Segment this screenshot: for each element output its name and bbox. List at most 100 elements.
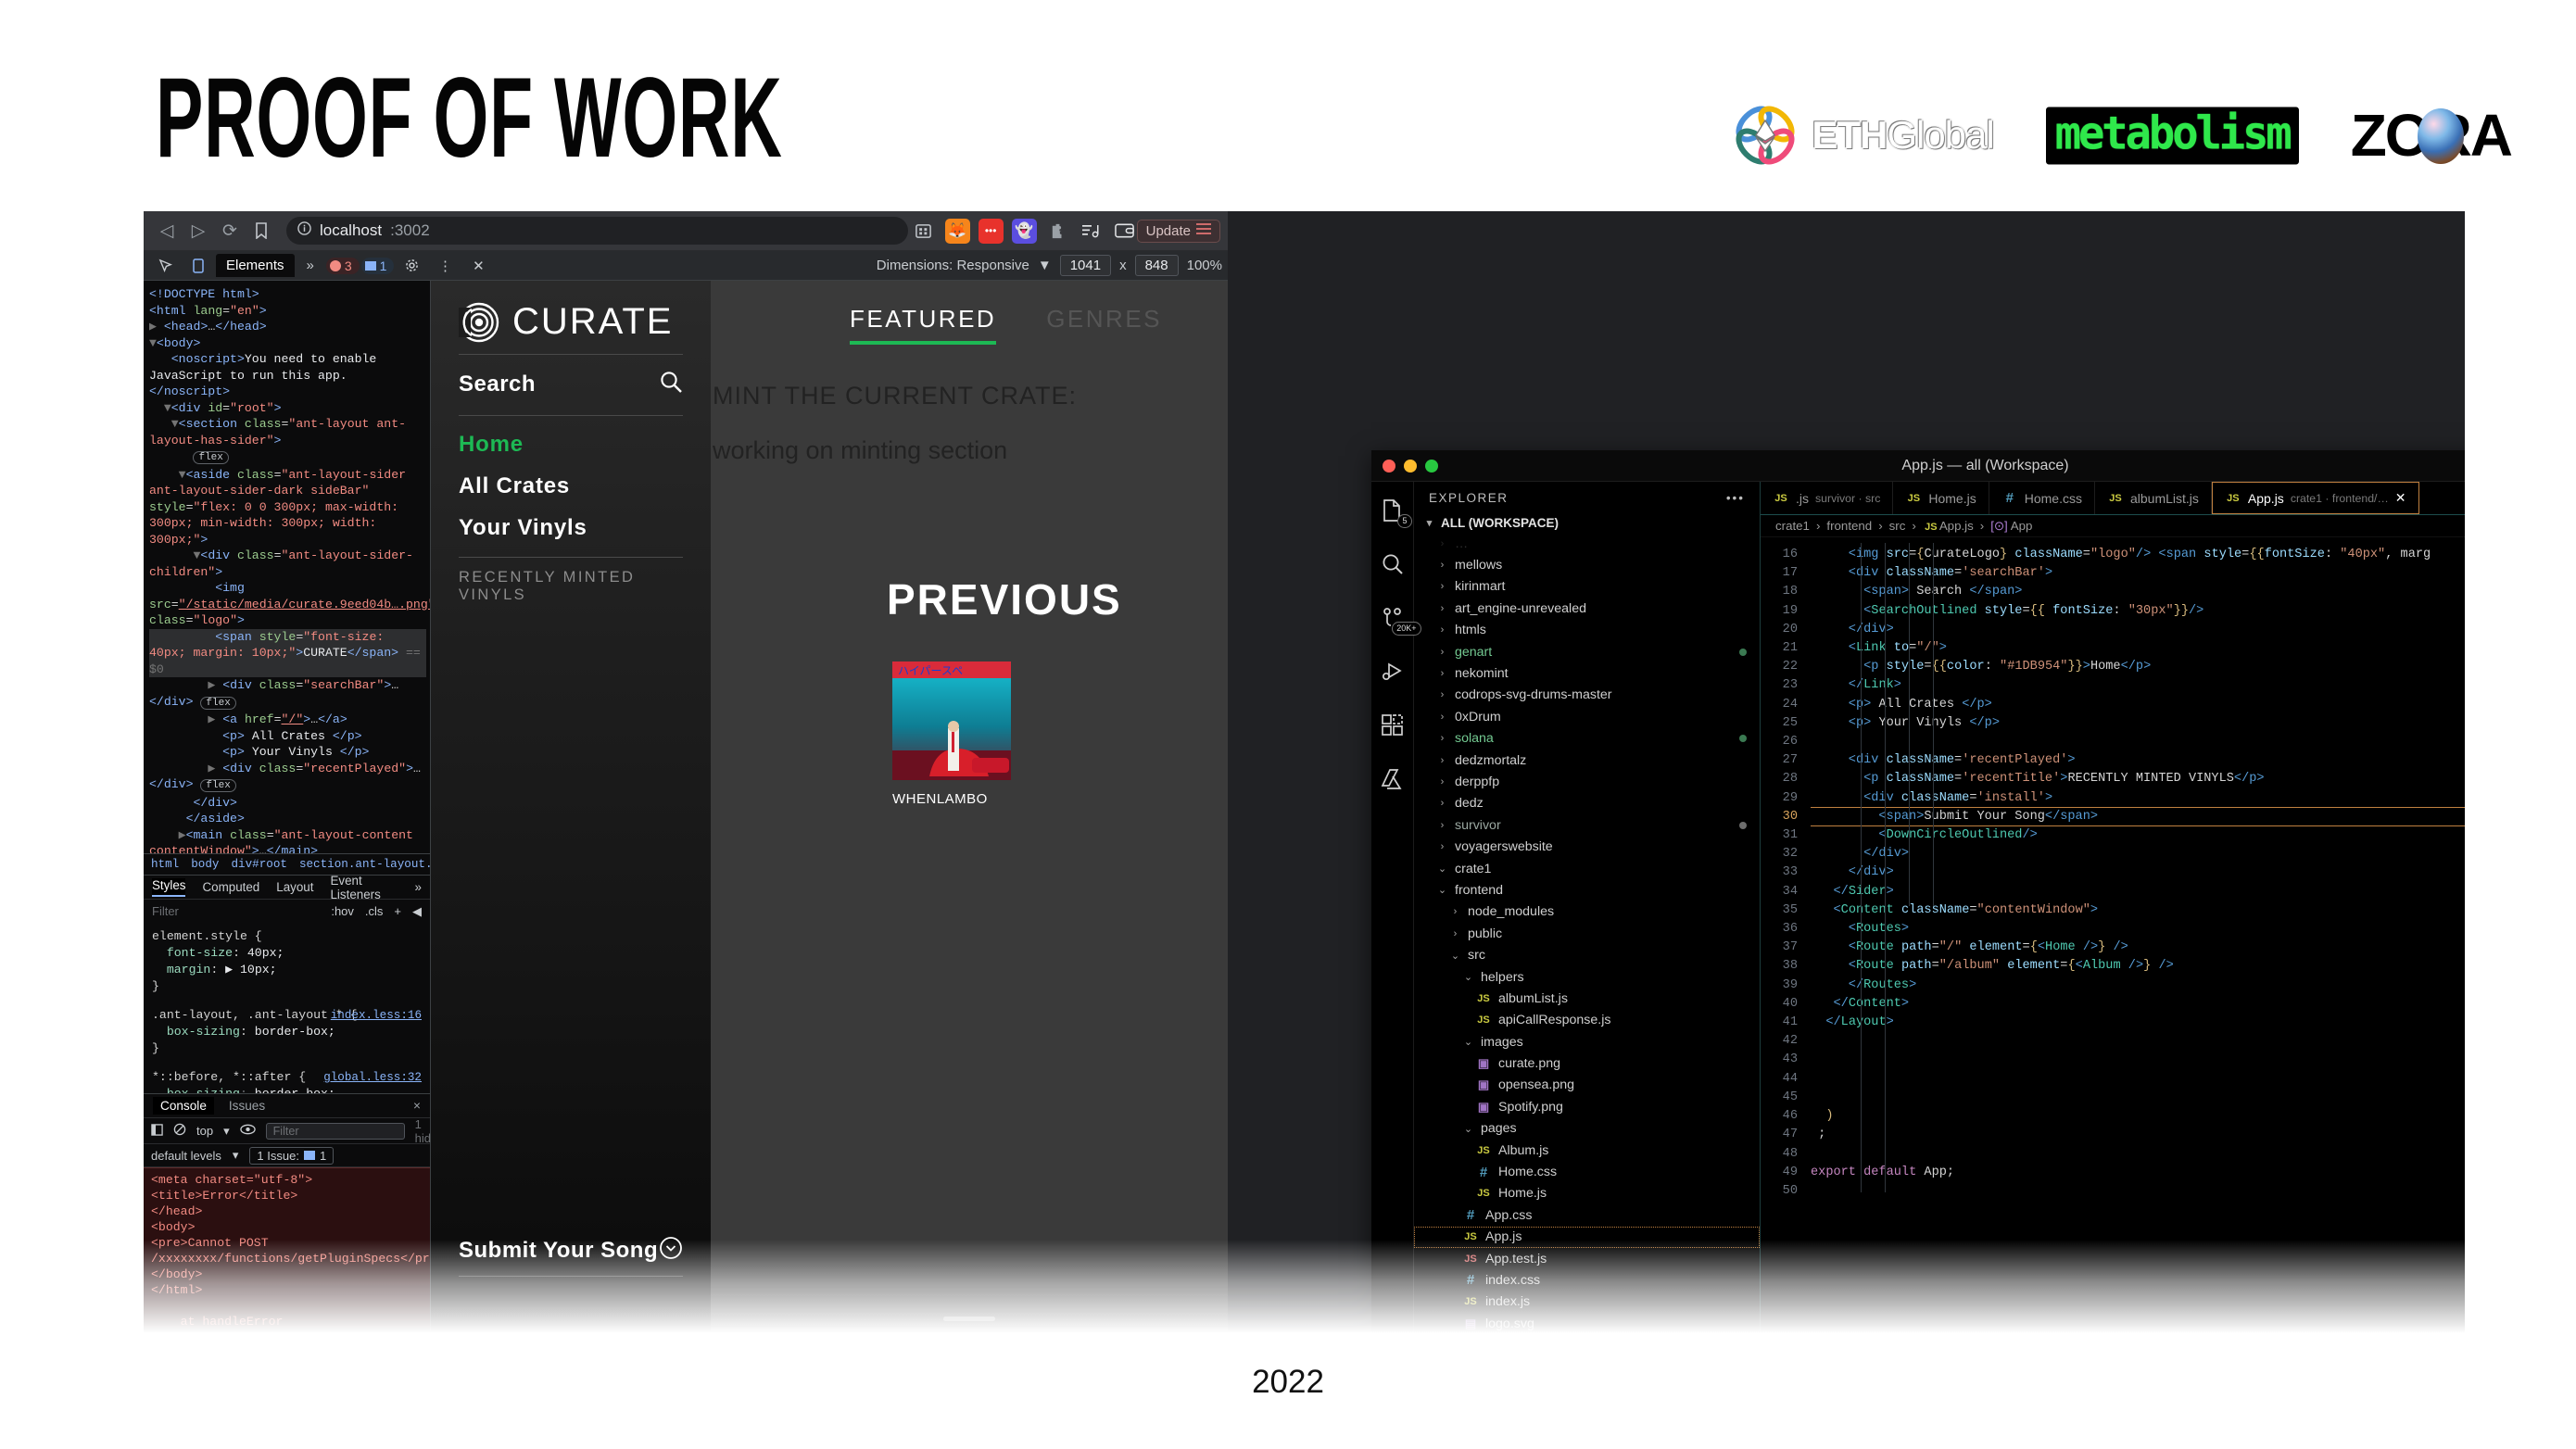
css-declaration[interactable]: font-size: 40px; — [152, 945, 422, 962]
editor-tab[interactable]: JS App.js crate1 · frontend/… ✕ — [2211, 482, 2419, 514]
reload-button[interactable]: ⟳ — [214, 215, 246, 246]
tree-file[interactable]: ▣ opensea.png — [1414, 1075, 1760, 1096]
device-toolbar-icon[interactable] — [185, 253, 211, 279]
dom-line[interactable]: <!DOCTYPE html> — [149, 286, 426, 303]
tree-file[interactable]: JS index.js — [1414, 1292, 1760, 1313]
dimensions-chevron-down-icon[interactable]: ▼ — [1038, 258, 1052, 273]
dom-line[interactable]: <noscript>You need to enable JavaScript … — [149, 351, 426, 400]
tree-folder[interactable]: ⌄ pages — [1414, 1118, 1760, 1140]
editor-tab[interactable]: JS Home.js — [1893, 482, 1989, 514]
tree-file[interactable]: ▣ curate.png — [1414, 1052, 1760, 1074]
sidebar-item-home[interactable]: Home — [459, 432, 683, 458]
tree-file[interactable]: JS App.test.js — [1414, 1248, 1760, 1269]
dom-line[interactable]: </aside> — [149, 811, 426, 827]
code-line[interactable]: ) — [1811, 1107, 2465, 1126]
tree-folder[interactable]: › 0xDrum — [1414, 706, 1760, 727]
tree-file[interactable]: JS reportWebVitals.js — [1414, 1334, 1760, 1342]
album-card[interactable]: ハイパースペ WHENLAMBO — [892, 662, 1011, 807]
forward-button[interactable]: ▷ — [183, 215, 214, 246]
kebab-icon[interactable]: ⋮ — [432, 253, 458, 279]
tree-folder[interactable]: ⌄ frontend — [1414, 879, 1760, 901]
code-line[interactable]: export default App; — [1811, 1164, 2465, 1182]
dimensions-label[interactable]: Dimensions: Responsive — [877, 258, 1029, 273]
tree-folder[interactable]: ⌄ images — [1414, 1031, 1760, 1052]
workspace-root-row[interactable]: ▾ ALL (WORKSPACE) — [1414, 513, 1760, 533]
editor-tab[interactable]: JS albumList.js — [2095, 482, 2212, 514]
dom-line[interactable]: <p> Your Vinyls </p> — [149, 744, 426, 761]
tree-folder[interactable]: › node_modules — [1414, 901, 1760, 923]
code-line[interactable] — [1811, 1145, 2465, 1164]
editor-tab[interactable]: JS .js survivor · src — [1761, 482, 1894, 514]
dom-line[interactable]: ▼<div class="ant-layout-sider-children"> — [149, 548, 426, 580]
code-line[interactable] — [1811, 1089, 2465, 1107]
console-levels-chevron-down-icon[interactable]: ▾ — [233, 1148, 239, 1163]
gear-icon[interactable] — [398, 253, 424, 279]
styles-tab-event-listeners[interactable]: Event Listeners — [330, 874, 398, 901]
styles-tab--[interactable]: » — [415, 880, 422, 894]
styles-rules[interactable]: element.style { font-size: 40px; margin:… — [144, 923, 430, 1093]
dom-line[interactable]: ▶ <div class="searchBar">…</div> flex — [149, 677, 426, 712]
address-bar[interactable]: localhost:3002 — [286, 217, 908, 245]
dom-tree[interactable]: <!DOCTYPE html> <html lang="en"> ▶ <head>…… — [144, 281, 430, 853]
breadcrumb-item[interactable]: src — [1889, 519, 1906, 533]
tree-folder[interactable]: › voyagerswebsite — [1414, 836, 1760, 857]
tree-file[interactable]: ▤ logo.svg — [1414, 1313, 1760, 1334]
tab-genres[interactable]: GENRES — [1046, 305, 1162, 345]
code-line[interactable]: <Route path="/album" element={<Album />}… — [1811, 957, 2465, 976]
search-input[interactable]: Search — [459, 372, 536, 397]
editor-tabs[interactable]: JS .js survivor · src JS Home.js # Home.css JS a… — [1761, 482, 2465, 515]
eye-icon[interactable] — [239, 1124, 256, 1138]
code-line[interactable]: <Route path="/" element={<Home />} /> — [1811, 939, 2465, 957]
clear-console-icon[interactable] — [173, 1123, 186, 1139]
tree-folder[interactable]: › art_engine-unrevealed — [1414, 598, 1760, 619]
tree-file[interactable]: # App.css — [1414, 1204, 1760, 1226]
code-line[interactable]: ; — [1811, 1126, 2465, 1144]
code-line[interactable]: </Layout> — [1811, 1014, 2465, 1032]
dom-line[interactable]: ▶<main class="ant-layout-content content… — [149, 827, 426, 854]
issues-chip[interactable]: 1 Issue: 1 — [249, 1146, 335, 1165]
bookmark-icon[interactable] — [246, 215, 277, 246]
azure-icon[interactable] — [1379, 765, 1407, 793]
code-line[interactable] — [1811, 1051, 2465, 1069]
puzzle-icon[interactable] — [1045, 219, 1070, 244]
tab-console[interactable]: Console — [153, 1097, 214, 1115]
tree-folder[interactable]: › dedzmortalz — [1414, 750, 1760, 771]
dom-line[interactable]: ▼<aside class="ant-layout-sider ant-layo… — [149, 467, 426, 548]
tree-file[interactable]: # Home.css — [1414, 1161, 1760, 1182]
tree-folder[interactable]: › nekomint — [1414, 662, 1760, 684]
dom-line[interactable]: ▶ <a href="/">…</a> — [149, 712, 426, 728]
css-rule[interactable]: *::before, *::after {global.less:32 box-… — [152, 1069, 422, 1093]
code-line[interactable] — [1811, 1070, 2465, 1089]
dom-line[interactable]: ▼<body> — [149, 335, 426, 352]
tree-folder[interactable]: › codrops-svg-drums-master — [1414, 685, 1760, 706]
tree-file[interactable]: JS App.js — [1414, 1226, 1760, 1248]
tree-folder[interactable]: ⌄ src — [1414, 944, 1760, 965]
css-declaration[interactable]: box-sizing: border-box; — [152, 1086, 422, 1093]
code-line[interactable]: </Routes> — [1811, 976, 2465, 995]
dom-line[interactable]: flex — [149, 448, 426, 467]
css-rule[interactable]: element.style { font-size: 40px; margin:… — [152, 928, 422, 995]
down-circle-outlined-icon[interactable] — [659, 1236, 683, 1265]
css-declaration[interactable]: box-sizing: border-box; — [152, 1024, 422, 1040]
css-rule[interactable]: .ant-layout, .ant-layout * {index.less:1… — [152, 1007, 422, 1057]
breadcrumb-item[interactable]: JS App.js — [1923, 519, 1974, 533]
tree-file[interactable]: JS Home.js — [1414, 1183, 1760, 1204]
styles-action[interactable]: :hov — [331, 904, 354, 918]
back-button[interactable]: ◁ — [151, 215, 183, 246]
dom-line[interactable]: <html lang="en"> — [149, 303, 426, 320]
submit-song-row[interactable]: Submit Your Song — [459, 1236, 683, 1265]
tree-folder[interactable]: › mellows — [1414, 554, 1760, 575]
tab-featured[interactable]: FEATURED — [850, 305, 997, 345]
extensions-icon[interactable] — [1379, 712, 1407, 739]
styles-tab-styles[interactable]: Styles — [152, 877, 186, 897]
dom-line[interactable]: ▼<section class="ant-layout ant-layout-h… — [149, 416, 426, 448]
css-declaration[interactable]: margin: ▶ 10px; — [152, 962, 422, 978]
search-bar[interactable]: Search — [459, 366, 683, 404]
breadcrumb-item[interactable]: section.ant-layout.ant-layout-has-sid — [299, 858, 430, 871]
search-icon[interactable] — [659, 370, 683, 398]
tree-folder[interactable]: › kirinmart — [1414, 576, 1760, 598]
update-button[interactable]: Update — [1136, 219, 1220, 243]
viewport-width-input[interactable]: 1041 — [1059, 255, 1112, 276]
tree-file[interactable]: JS apiCallResponse.js — [1414, 1010, 1760, 1031]
dom-line[interactable]: <img src="/static/media/curate.9eed04b….… — [149, 580, 430, 629]
